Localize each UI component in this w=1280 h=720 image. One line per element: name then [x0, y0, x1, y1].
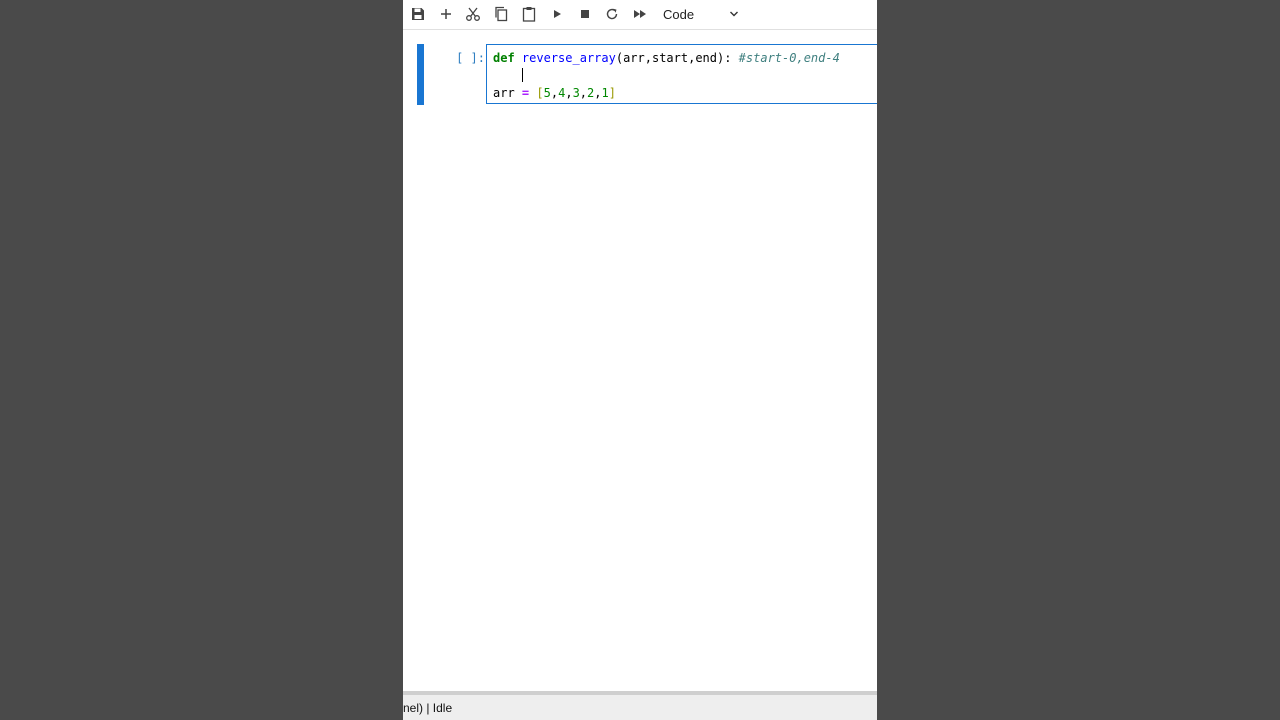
code-operator: =	[521, 86, 530, 100]
paste-button[interactable]	[518, 4, 540, 24]
code-function-name: reverse_array	[521, 51, 616, 65]
restart-button[interactable]	[601, 4, 623, 24]
copy-button[interactable]	[490, 4, 512, 24]
chevron-down-icon	[730, 11, 738, 17]
stop-icon	[581, 10, 589, 18]
copy-icon	[495, 6, 508, 22]
code-comma: ,	[594, 86, 602, 100]
code-bracket-close: ]	[608, 86, 616, 100]
restart-icon	[606, 8, 618, 20]
cut-button[interactable]	[462, 4, 484, 24]
notebook-window: Code [ ]: def reverse_array(arr,start,en…	[403, 0, 877, 720]
interrupt-button[interactable]	[574, 4, 596, 24]
run-all-button[interactable]	[629, 4, 651, 24]
notebook-toolbar: Code	[403, 0, 877, 30]
code-cell[interactable]: [ ]: def reverse_array(arr,start,end): #…	[417, 44, 877, 106]
code-keyword: def	[493, 51, 515, 65]
insert-cell-button[interactable]	[435, 4, 457, 24]
cell-collapser[interactable]	[417, 44, 424, 105]
code-bracket-open: [	[536, 86, 544, 100]
text-cursor	[522, 68, 523, 82]
play-icon	[554, 10, 561, 18]
fast-forward-icon	[634, 10, 646, 18]
code-comma: ,	[565, 86, 573, 100]
code-editor[interactable]: def reverse_array(arr,start,end): #start…	[486, 44, 877, 104]
plus-icon	[441, 9, 451, 19]
cell-type-label: Code	[663, 6, 695, 22]
cell-type-select[interactable]: Code	[657, 4, 743, 24]
cell-prompt: [ ]:	[456, 51, 485, 65]
code-line-3: arr = [5,4,3,2,1]	[493, 86, 616, 100]
code-line-1: def reverse_array(arr,start,end): #start…	[493, 51, 840, 65]
code-comma: ,	[579, 86, 588, 100]
code-number: 1	[601, 86, 609, 100]
code-comment: #start-0,end-4	[738, 51, 840, 65]
kernel-status: nel) | Idle	[403, 701, 453, 715]
scissors-icon	[466, 7, 480, 21]
save-button[interactable]	[407, 4, 429, 24]
run-button[interactable]	[546, 4, 568, 24]
save-icon	[412, 8, 424, 20]
status-bar: nel) | Idle	[403, 691, 877, 720]
code-number: 3	[572, 86, 580, 100]
code-variable: arr	[493, 86, 515, 100]
code-number: 5	[543, 86, 551, 100]
paste-icon	[522, 7, 536, 22]
code-params: (arr,start,end):	[615, 51, 732, 65]
code-comma: ,	[550, 86, 559, 100]
